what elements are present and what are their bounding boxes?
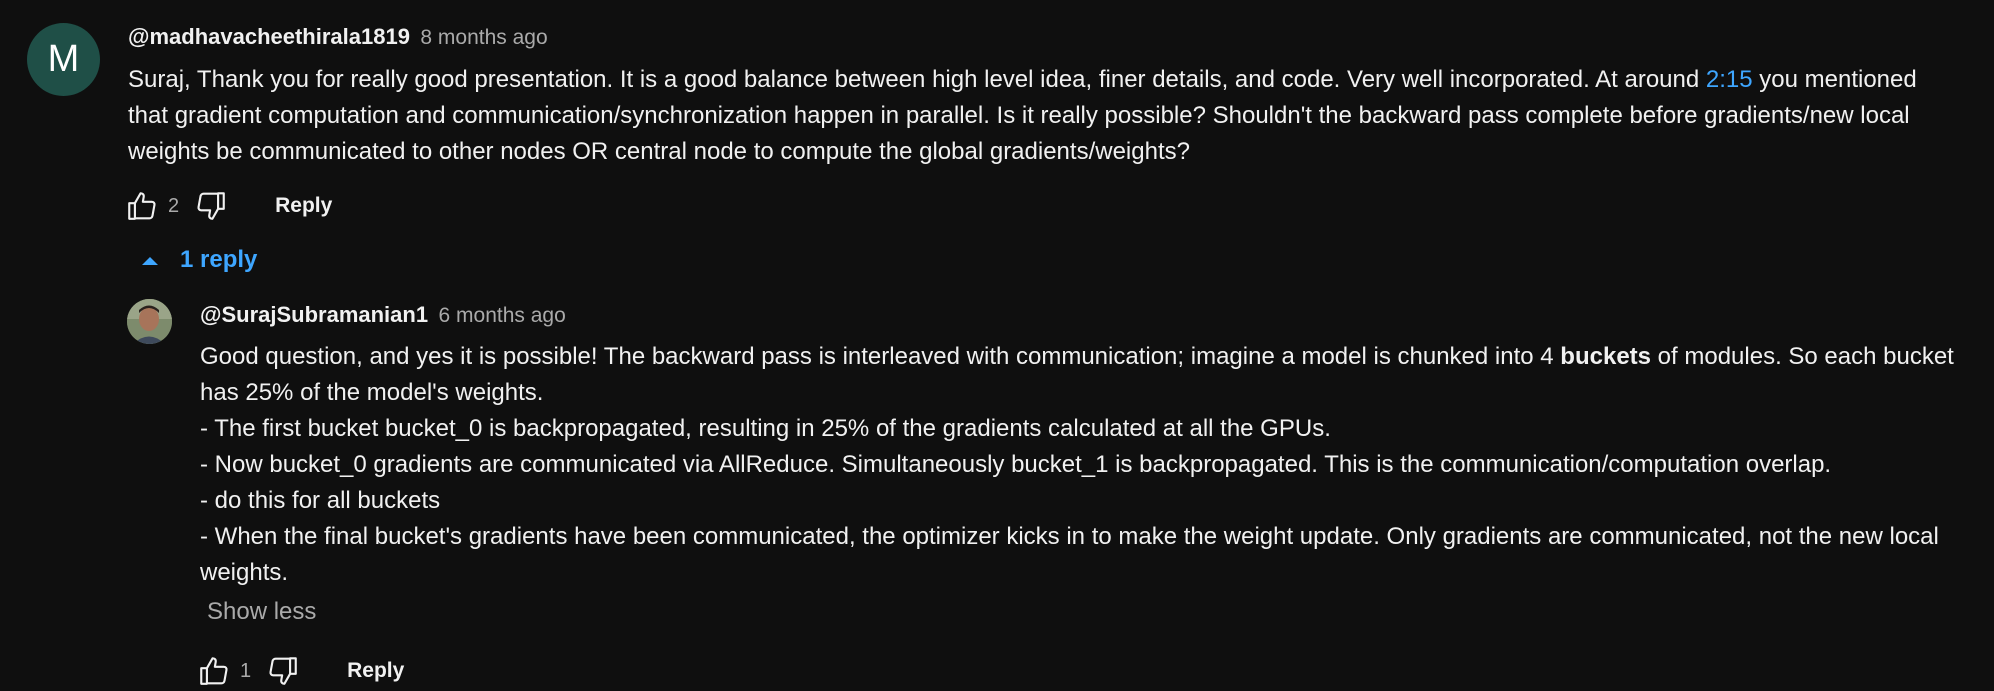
comment-body: Suraj, Thank you for really good present…	[128, 62, 1948, 170]
thumbs-down-icon[interactable]	[191, 186, 231, 226]
timestamp-link[interactable]: 2:15	[1706, 66, 1753, 93]
reply-bullet: - The first bucket bucket_0 is backpropa…	[200, 415, 1331, 442]
replies-toggle-label: 1 reply	[180, 246, 258, 273]
caret-up-icon	[138, 248, 162, 272]
reply-header: @SurajSubramanian1 6 months ago	[200, 302, 566, 328]
show-less-button[interactable]: Show less	[207, 598, 316, 626]
reply-body: Good question, and yes it is possible! T…	[200, 339, 1970, 591]
reply-bullet: - Now bucket_0 gradients are communicate…	[200, 451, 1832, 478]
reply-bullet: - do this for all buckets	[200, 487, 441, 514]
reply-text-bold: buckets	[1560, 343, 1651, 370]
avatar[interactable]: M	[27, 23, 100, 96]
comment-text-part1: Suraj, Thank you for really good present…	[128, 66, 1706, 93]
like-count: 2	[168, 194, 180, 217]
reply-author[interactable]: @SurajSubramanian1	[200, 302, 428, 327]
comment-time[interactable]: 8 months ago	[420, 26, 547, 49]
like-count: 1	[240, 659, 252, 682]
reply-actions: 1 Reply	[194, 651, 404, 691]
avatar[interactable]	[127, 299, 172, 344]
comment-author[interactable]: @madhavacheethirala1819	[128, 24, 410, 49]
reply-bullet: - When the final bucket's gradients have…	[200, 523, 1939, 586]
reply-time[interactable]: 6 months ago	[439, 304, 566, 327]
thumbs-up-icon[interactable]	[194, 651, 234, 691]
thumbs-up-icon[interactable]	[122, 186, 162, 226]
thumbs-down-icon[interactable]	[263, 651, 303, 691]
reply-text-part1: Good question, and yes it is possible! T…	[200, 343, 1561, 370]
comment-actions: 2 Reply	[122, 186, 332, 226]
reply-button[interactable]: Reply	[275, 194, 332, 218]
reply-button[interactable]: Reply	[347, 659, 404, 683]
comment-header: @madhavacheethirala1819 8 months ago	[128, 24, 548, 50]
replies-toggle[interactable]: 1 reply	[138, 246, 257, 274]
